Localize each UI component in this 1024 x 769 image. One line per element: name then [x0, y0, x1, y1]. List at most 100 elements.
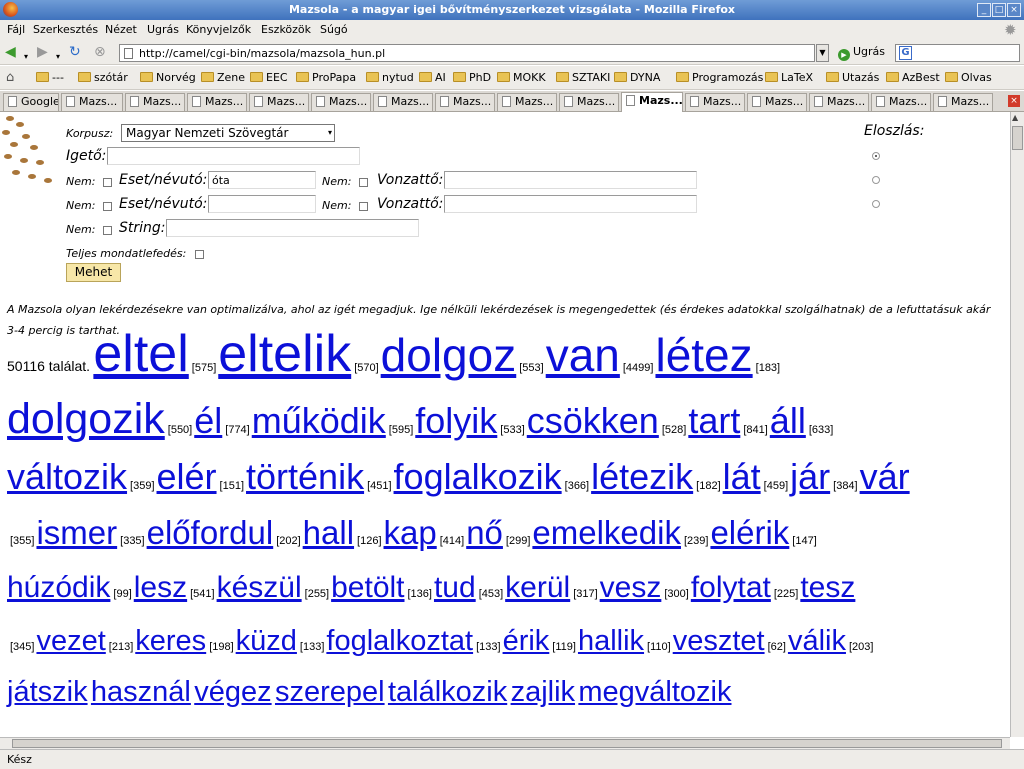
verb-link[interactable]: készül: [217, 571, 302, 604]
verb-link[interactable]: tesz: [800, 571, 855, 604]
tab-mazsola[interactable]: Mazs...: [373, 93, 433, 111]
verb-link[interactable]: eltelik: [218, 325, 351, 383]
bookmark-folder[interactable]: EEC: [250, 71, 288, 84]
reload-icon[interactable]: ↻: [69, 44, 81, 61]
bookmark-folder[interactable]: ---: [36, 71, 64, 84]
tab-mazsola[interactable]: Mazs...: [435, 93, 495, 111]
tab-mazsola[interactable]: Mazs...: [685, 93, 745, 111]
google-search-icon[interactable]: G: [899, 46, 912, 60]
verb-link[interactable]: húzódik: [7, 571, 110, 604]
tab-mazsola[interactable]: Mazs...: [559, 93, 619, 111]
verb-input[interactable]: [107, 147, 360, 165]
minimize-button[interactable]: _: [977, 3, 991, 17]
verb-link[interactable]: kap: [384, 514, 437, 551]
bookmark-folder[interactable]: Norvég: [140, 71, 196, 84]
tab-mazsola[interactable]: Mazs...: [187, 93, 247, 111]
verb-link[interactable]: keres: [135, 625, 206, 657]
verb-link[interactable]: eltel: [93, 325, 188, 383]
horizontal-scroll-thumb[interactable]: [12, 739, 1002, 748]
verb-link[interactable]: vesz: [600, 571, 662, 604]
verb-link[interactable]: dolgoz: [381, 329, 517, 381]
verb-link[interactable]: csökken: [527, 400, 659, 441]
verb-link[interactable]: lesz: [134, 571, 187, 604]
full-sentence-checkbox[interactable]: [195, 250, 204, 259]
verb-link[interactable]: kerül: [505, 571, 570, 604]
bookmark-folder[interactable]: ProPapa: [296, 71, 356, 84]
verb-link[interactable]: folyik: [415, 400, 497, 441]
verb-link[interactable]: szerepel: [275, 676, 385, 708]
menu-go[interactable]: Ugrás: [147, 23, 179, 36]
verb-link[interactable]: nő: [466, 514, 503, 551]
bookmark-folder[interactable]: AI: [419, 71, 446, 84]
verb-link[interactable]: érik: [503, 625, 550, 657]
verb-link[interactable]: foglalkoztat: [326, 625, 473, 657]
verb-link[interactable]: emelkedik: [532, 514, 681, 551]
verb-link[interactable]: betölt: [331, 571, 404, 604]
vertical-scrollbar[interactable]: ▲: [1010, 112, 1024, 737]
bookmark-folder[interactable]: nytud: [366, 71, 414, 84]
tab-google[interactable]: Google: [3, 93, 59, 111]
bookmark-folder[interactable]: LaTeX: [765, 71, 813, 84]
bookmark-folder[interactable]: AzBest: [886, 71, 940, 84]
verb-link[interactable]: zajlik: [511, 676, 575, 708]
url-text[interactable]: http://camel/cgi-bin/mazsola/mazsola_hun…: [139, 47, 385, 60]
case1-not-checkbox[interactable]: [103, 178, 112, 187]
verb-link[interactable]: van: [546, 329, 620, 381]
tab-mazsola[interactable]: Mazs...: [621, 92, 683, 112]
verb-link[interactable]: él: [194, 400, 222, 441]
menu-help[interactable]: Súgó: [320, 23, 348, 36]
stop-icon[interactable]: ⊗: [94, 44, 106, 61]
verb-link[interactable]: történik: [246, 456, 364, 497]
verb-link[interactable]: jár: [790, 456, 830, 497]
verb-link[interactable]: áll: [770, 400, 806, 441]
comp2-not-checkbox[interactable]: [359, 202, 368, 211]
string-not-checkbox[interactable]: [103, 226, 112, 235]
case2-input[interactable]: [208, 195, 316, 213]
verb-link[interactable]: foglalkozik: [394, 456, 562, 497]
horizontal-scrollbar[interactable]: [0, 737, 1010, 749]
url-bar[interactable]: http://camel/cgi-bin/mazsola/mazsola_hun…: [119, 44, 815, 62]
verb-link[interactable]: elérik: [710, 514, 789, 551]
string-input[interactable]: [166, 219, 419, 237]
verb-link[interactable]: tud: [434, 571, 476, 604]
menu-tools[interactable]: Eszközök: [261, 23, 311, 36]
verb-link[interactable]: elér: [157, 456, 217, 497]
bookmark-folder[interactable]: DYNA: [614, 71, 660, 84]
verb-link[interactable]: végez: [194, 676, 271, 708]
verb-link[interactable]: változik: [7, 456, 127, 497]
forward-icon[interactable]: ▶: [37, 44, 48, 61]
distribution-radio-3[interactable]: [872, 200, 880, 208]
submit-button[interactable]: Mehet: [66, 263, 121, 282]
verb-link[interactable]: tart: [688, 400, 740, 441]
menu-view[interactable]: Nézet: [105, 23, 137, 36]
verb-link[interactable]: működik: [252, 400, 386, 441]
bookmark-folder[interactable]: Olvas: [945, 71, 992, 84]
go-button[interactable]: ▶ Ugrás: [838, 45, 885, 61]
back-icon[interactable]: ◀: [5, 44, 16, 61]
verb-link[interactable]: lát: [723, 456, 761, 497]
verb-link[interactable]: létez: [655, 329, 752, 381]
distribution-radio-1[interactable]: [872, 152, 880, 160]
verb-link[interactable]: folytat: [691, 571, 771, 604]
close-tab-icon[interactable]: ×: [1008, 95, 1020, 107]
verb-link[interactable]: használ: [91, 676, 191, 708]
search-box[interactable]: G: [895, 44, 1020, 62]
verb-link[interactable]: küzd: [236, 625, 297, 657]
comp1-not-checkbox[interactable]: [359, 178, 368, 187]
tab-mazsola[interactable]: Mazs...: [249, 93, 309, 111]
verb-link[interactable]: találkozik: [388, 676, 507, 708]
tab-mazsola[interactable]: Mazs...: [125, 93, 185, 111]
forward-dropdown-icon[interactable]: ▾: [56, 48, 60, 65]
tab-mazsola[interactable]: Mazs...: [311, 93, 371, 111]
bookmark-folder[interactable]: szótár: [78, 71, 128, 84]
tab-mazsola[interactable]: Mazs...: [497, 93, 557, 111]
verb-link[interactable]: válik: [788, 625, 846, 657]
bookmark-folder[interactable]: PhD: [453, 71, 491, 84]
verb-link[interactable]: vezet: [36, 625, 105, 657]
case2-not-checkbox[interactable]: [103, 202, 112, 211]
tab-mazsola[interactable]: Mazs...: [871, 93, 931, 111]
home-icon[interactable]: ⌂: [6, 70, 14, 85]
verb-link[interactable]: vár: [860, 456, 910, 497]
maximize-button[interactable]: □: [992, 3, 1006, 17]
menu-file[interactable]: Fájl: [7, 23, 25, 36]
